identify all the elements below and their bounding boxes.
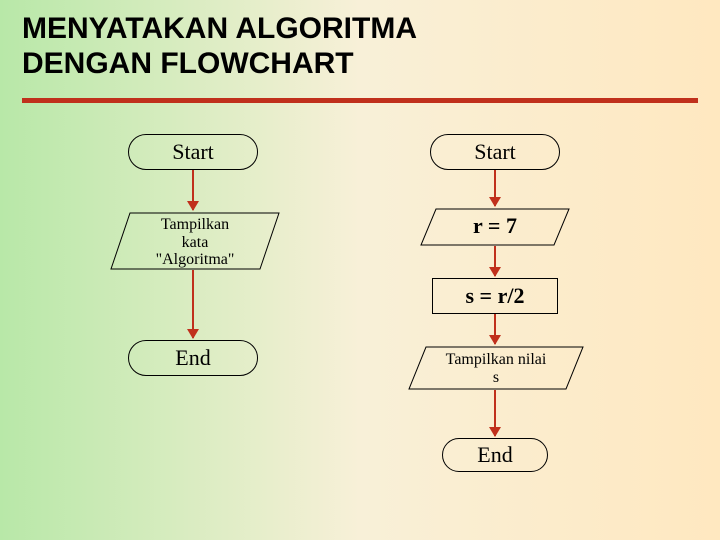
right-start-terminator: Start (430, 134, 560, 170)
right-arrow-1 (494, 170, 496, 206)
right-end-terminator: End (442, 438, 548, 472)
title-line-2: DENGAN FLOWCHART (22, 47, 354, 80)
right-arrow-2 (494, 246, 496, 276)
left-end-terminator: End (128, 340, 258, 376)
right-start-label: Start (474, 139, 516, 165)
right-output-parallelogram: Tampilkan nilais (408, 346, 584, 390)
left-start-label: Start (172, 139, 214, 165)
right-arrow-4 (494, 390, 496, 436)
title-line-1: MENYATAKAN ALGORITMA (22, 12, 417, 45)
title-underline (22, 98, 698, 103)
left-arrow-2 (192, 270, 194, 338)
right-process-label: s = r/2 (466, 283, 525, 309)
right-input-parallelogram: r = 7 (420, 208, 570, 246)
left-io-label: Tampilkankata"Algoritma" (110, 216, 280, 269)
right-arrow-3 (494, 314, 496, 344)
right-output-label: Tampilkan nilais (408, 351, 584, 386)
left-end-label: End (175, 345, 210, 371)
left-start-terminator: Start (128, 134, 258, 170)
page-title: MENYATAKAN ALGORITMA DENGAN FLOWCHART (22, 12, 417, 81)
right-input-label: r = 7 (420, 214, 570, 238)
right-end-label: End (477, 442, 512, 468)
left-io-parallelogram: Tampilkankata"Algoritma" (110, 212, 280, 270)
right-process-rect: s = r/2 (432, 278, 558, 314)
left-arrow-1 (192, 170, 194, 210)
